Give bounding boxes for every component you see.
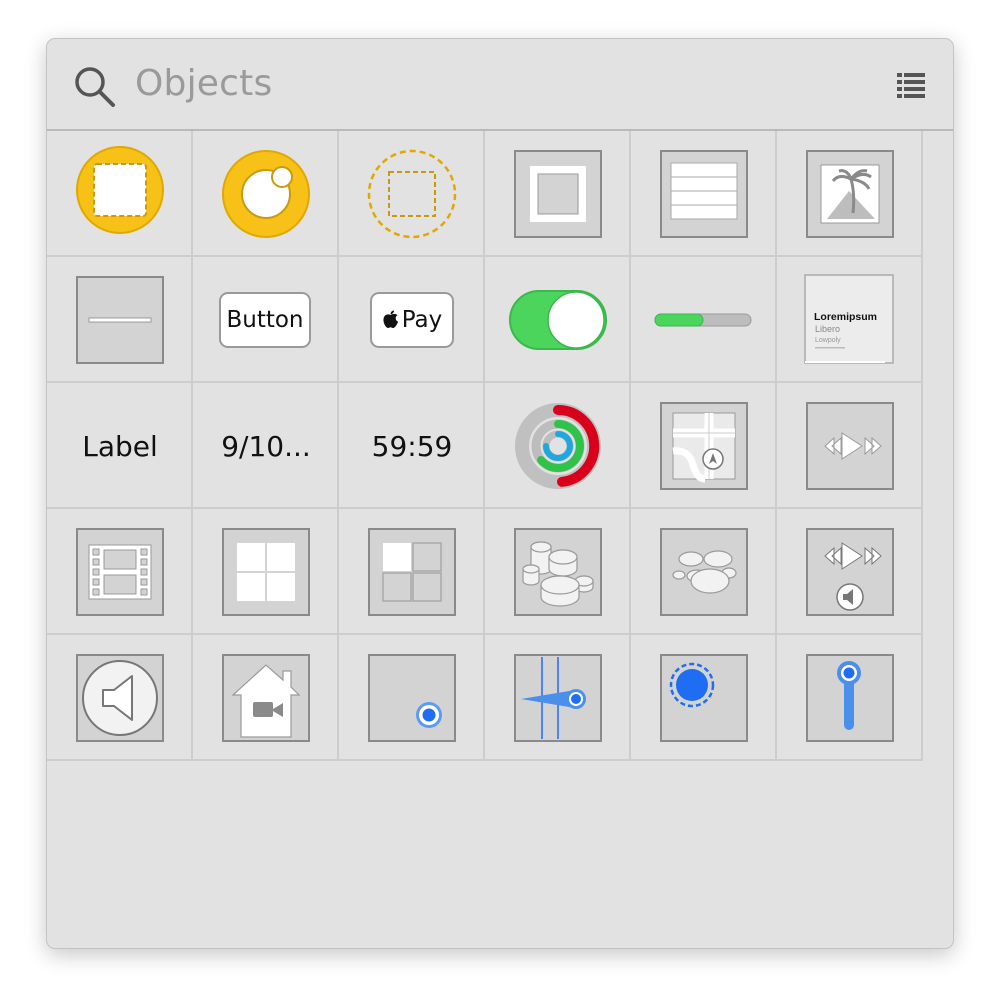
map-icon [660,402,748,490]
view-icon [514,150,602,238]
separator-icon [76,276,164,364]
grid-selected-icon [368,528,456,616]
map-object[interactable] [631,383,777,509]
collection-object[interactable] [339,509,485,635]
activity-rings-icon [515,403,601,489]
volume-object[interactable] [47,635,193,761]
label-preview: Label [82,429,158,463]
activity-ring-object[interactable] [485,383,631,509]
text-preview-icon: Loremipsum Libero Lowpoly [804,274,894,364]
location-dot-icon [368,654,456,742]
apple-pay-preview: Pay [370,292,454,348]
text-preview-title: Loremipsum [814,311,877,323]
view-object[interactable] [485,131,631,257]
text-preview-line2: Lowpoly [815,337,841,344]
view-controller-object[interactable] [47,131,193,257]
speaker-icon [76,654,164,742]
slider-object[interactable] [631,257,777,383]
label-object[interactable]: Label [47,383,193,509]
slider-icon [654,313,752,327]
date-object[interactable]: 9/10... [193,383,339,509]
location-object[interactable] [339,635,485,761]
home-camera-icon [222,654,310,742]
placeholder-icon [367,149,457,239]
table-object[interactable] [631,131,777,257]
timer-object[interactable]: 59:59 [339,383,485,509]
table-icon [660,150,748,238]
pin-icon [806,654,894,742]
movie-player-object[interactable] [777,383,923,509]
view-controller-icon [76,146,164,234]
region-dot-icon [660,654,748,742]
switch-icon [509,290,607,350]
apple-logo-icon [383,310,398,328]
text-preview-line1: Libero [815,324,840,334]
home-camera-object[interactable] [193,635,339,761]
image-icon [806,150,894,238]
heading-object[interactable] [485,635,631,761]
cylinders-icon [514,528,602,616]
object-icon [222,150,310,238]
object-library-panel: Objects Button Pay Loremipsum Libero Low… [46,38,954,949]
image-object[interactable] [777,131,923,257]
button-object[interactable]: Button [193,257,339,383]
object-object[interactable] [193,131,339,257]
film-strip-icon [76,528,164,616]
placeholder-object[interactable] [339,131,485,257]
heading-beam-icon [514,654,602,742]
scene-object[interactable] [485,509,631,635]
button-preview: Button [219,292,311,348]
text-object[interactable]: Loremipsum Libero Lowpoly [777,257,923,383]
list-view-icon[interactable] [897,73,925,99]
separator-object[interactable] [47,257,193,383]
group-object[interactable] [193,509,339,635]
grid-four-icon [222,528,310,616]
blobs-icon [660,528,748,616]
apple-pay-object[interactable]: Pay [339,257,485,383]
search-icon [75,67,115,107]
sprite-kit-object[interactable] [631,509,777,635]
timer-preview: 59:59 [371,429,453,463]
apple-pay-label: Pay [401,307,443,333]
switch-object[interactable] [485,257,631,383]
region-object[interactable] [631,635,777,761]
av-player-object[interactable] [777,509,923,635]
media-controls-icon [806,402,894,490]
search-bar[interactable]: Objects [47,39,953,131]
date-preview: 9/10... [221,429,311,463]
search-input[interactable]: Objects [135,63,272,104]
pin-slider-object[interactable] [777,635,923,761]
movie-object[interactable] [47,509,193,635]
player-volume-icon [806,528,894,616]
